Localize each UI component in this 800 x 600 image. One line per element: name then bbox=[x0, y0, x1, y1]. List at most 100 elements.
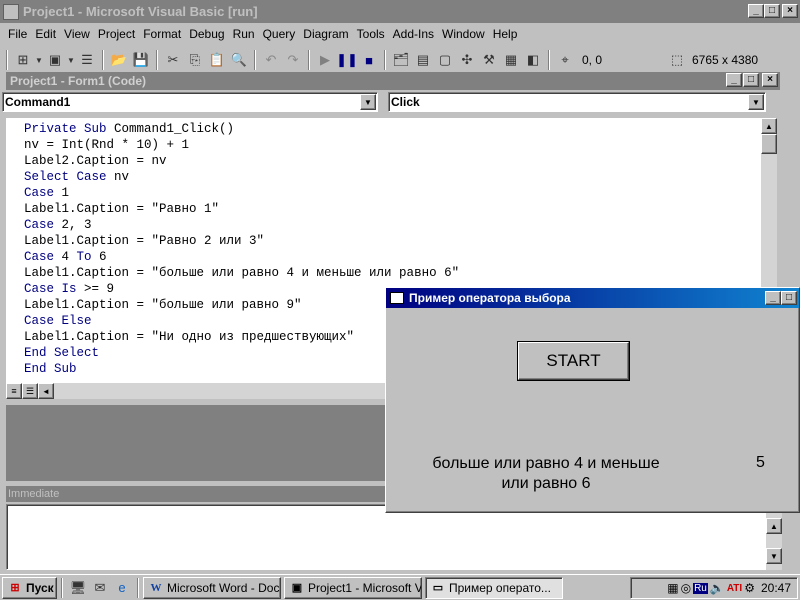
menu-debug[interactable]: Debug bbox=[185, 27, 228, 41]
toolbar-separator bbox=[102, 50, 104, 70]
start-menu-button[interactable]: ⊞ Пуск bbox=[2, 576, 57, 599]
menu-file[interactable]: File bbox=[4, 27, 31, 41]
menu-query[interactable]: Query bbox=[259, 27, 300, 41]
close-button[interactable]: × bbox=[782, 4, 798, 18]
toolbar-separator bbox=[308, 50, 310, 70]
project-explorer-icon[interactable]: 🗂 bbox=[390, 49, 412, 71]
code-window-title: Project1 - Form1 (Code) bbox=[10, 74, 147, 88]
save-icon[interactable]: 💾 bbox=[130, 49, 152, 71]
scroll-left-icon[interactable]: ◄ bbox=[38, 383, 54, 399]
menu-project[interactable]: Project bbox=[94, 27, 139, 41]
menu-tools[interactable]: Tools bbox=[353, 27, 389, 41]
immediate-vertical-scrollbar[interactable]: ▲ ▼ bbox=[766, 504, 782, 570]
find-icon[interactable]: 🔍 bbox=[228, 49, 250, 71]
tray-app-icon[interactable]: ▦ bbox=[667, 581, 678, 595]
task-vb-label: Project1 - Microsoft Vi... bbox=[308, 580, 422, 595]
toolbox-icon[interactable]: ⚒ bbox=[478, 49, 500, 71]
menu-diagram[interactable]: Diagram bbox=[299, 27, 352, 41]
code-line[interactable]: Case 1 bbox=[24, 185, 761, 201]
object-combo[interactable]: Command1 ▼ bbox=[2, 92, 378, 112]
add-project-icon[interactable]: ⊞ bbox=[12, 49, 34, 71]
open-icon[interactable]: 📂 bbox=[108, 49, 130, 71]
copy-icon[interactable]: ⎘ bbox=[184, 49, 206, 71]
code-keyword: Case bbox=[24, 250, 62, 264]
menu-help[interactable]: Help bbox=[489, 27, 522, 41]
code-line[interactable]: nv = Int(Rnd * 10) + 1 bbox=[24, 137, 761, 153]
code-line[interactable]: Label2.Caption = nv bbox=[24, 153, 761, 169]
vb-app-icon[interactable] bbox=[3, 3, 19, 20]
minimize-button[interactable]: _ bbox=[748, 4, 764, 18]
code-line[interactable]: Private Sub Command1_Click() bbox=[24, 121, 761, 137]
menu-format[interactable]: Format bbox=[139, 27, 185, 41]
code-line[interactable]: Case 4 To 6 bbox=[24, 249, 761, 265]
scroll-thumb[interactable] bbox=[761, 134, 777, 154]
menu-edit[interactable]: Edit bbox=[31, 27, 60, 41]
start-icon[interactable]: ▶ bbox=[314, 49, 336, 71]
redo-icon[interactable]: ↷ bbox=[282, 49, 304, 71]
code-maximize-button[interactable]: □ bbox=[743, 73, 759, 87]
add-form-icon[interactable]: ▣ bbox=[44, 49, 66, 71]
cut-icon[interactable]: ✂ bbox=[162, 49, 184, 71]
end-icon[interactable]: ■ bbox=[358, 49, 380, 71]
properties-window-icon[interactable]: ▤ bbox=[412, 49, 434, 71]
code-text: Label2.Caption = nv bbox=[24, 154, 167, 168]
procedure-view-icon[interactable]: ≡ bbox=[6, 383, 22, 399]
start-button[interactable]: START bbox=[517, 341, 630, 381]
internet-explorer-icon[interactable]: e bbox=[111, 577, 133, 599]
menu-window[interactable]: Window bbox=[438, 27, 489, 41]
code-minimize-button[interactable]: _ bbox=[726, 73, 742, 87]
menu-editor-icon[interactable]: ☰ bbox=[76, 49, 98, 71]
task-word[interactable]: W Microsoft Word - Doc... bbox=[143, 576, 281, 599]
tray-settings-icon[interactable]: ⚙ bbox=[744, 581, 755, 595]
ati-icon[interactable]: ATI bbox=[727, 583, 742, 594]
break-icon[interactable]: ❚❚ bbox=[336, 49, 358, 71]
immediate-input[interactable] bbox=[6, 504, 766, 570]
object-browser-icon[interactable]: ✣ bbox=[456, 49, 478, 71]
task-vb[interactable]: ▣ Project1 - Microsoft Vi... bbox=[284, 576, 422, 599]
code-window-title-bar[interactable]: Project1 - Form1 (Code) _ □ × bbox=[6, 72, 780, 90]
tray-network-icon[interactable]: ◎ bbox=[681, 581, 691, 595]
menu-view[interactable]: View bbox=[60, 27, 94, 41]
data-view-icon[interactable]: ▦ bbox=[500, 49, 522, 71]
add-project-dropdown-icon[interactable]: ▼ bbox=[34, 49, 44, 71]
component-manager-icon[interactable]: ◧ bbox=[522, 49, 544, 71]
code-keyword: Case bbox=[24, 186, 62, 200]
language-indicator[interactable]: Ru bbox=[693, 582, 708, 594]
form-window-icon[interactable] bbox=[390, 292, 404, 304]
volume-icon[interactable]: 🔈 bbox=[710, 581, 725, 595]
full-module-view-icon[interactable]: ☰ bbox=[22, 383, 38, 399]
chevron-down-icon[interactable]: ▼ bbox=[360, 94, 376, 110]
immediate-title-bar[interactable]: Immediate bbox=[6, 486, 386, 502]
show-desktop-icon[interactable]: 🖥 bbox=[67, 577, 89, 599]
code-text: Label1.Caption = "больше или равно 9" bbox=[24, 298, 302, 312]
scroll-up-icon[interactable]: ▲ bbox=[761, 118, 777, 134]
form-title-bar[interactable]: Пример оператора выбора _ □ bbox=[386, 288, 799, 308]
form-minimize-button[interactable]: _ bbox=[765, 291, 781, 305]
code-horizontal-scrollbar[interactable]: ≡ ☰ ◄ bbox=[6, 383, 386, 399]
procedure-combo[interactable]: Click ▼ bbox=[388, 92, 766, 112]
menu-add-ins[interactable]: Add-Ins bbox=[389, 27, 438, 41]
chevron-down-icon[interactable]: ▼ bbox=[748, 94, 764, 110]
vb-icon: ▣ bbox=[291, 582, 303, 594]
code-close-button[interactable]: × bbox=[762, 73, 778, 87]
maximize-button[interactable]: □ bbox=[764, 4, 780, 18]
code-line[interactable]: Label1.Caption = "Равно 1" bbox=[24, 201, 761, 217]
clock[interactable]: 20:47 bbox=[761, 581, 791, 595]
menu-run[interactable]: Run bbox=[229, 27, 259, 41]
code-line[interactable]: Case 2, 3 bbox=[24, 217, 761, 233]
form-layout-icon[interactable]: ▢ bbox=[434, 49, 456, 71]
code-text: nv bbox=[114, 170, 130, 184]
form-maximize-button[interactable]: □ bbox=[781, 291, 797, 305]
scroll-up-icon[interactable]: ▲ bbox=[766, 518, 782, 534]
code-line[interactable]: Label1.Caption = "Равно 2 или 3" bbox=[24, 233, 761, 249]
outlook-express-icon[interactable]: ✉ bbox=[89, 577, 111, 599]
scroll-down-icon[interactable]: ▼ bbox=[766, 548, 782, 564]
add-form-dropdown-icon[interactable]: ▼ bbox=[66, 49, 76, 71]
main-title-bar[interactable]: Project1 - Microsoft Visual Basic [run] … bbox=[0, 0, 800, 23]
undo-icon[interactable]: ↶ bbox=[260, 49, 282, 71]
code-text: Command1_Click() bbox=[114, 122, 235, 136]
code-line[interactable]: Label1.Caption = "больше или равно 4 и м… bbox=[24, 265, 761, 281]
paste-icon[interactable]: 📋 bbox=[206, 49, 228, 71]
task-form[interactable]: ▭ Пример операто... bbox=[425, 576, 563, 599]
code-line[interactable]: Select Case nv bbox=[24, 169, 761, 185]
